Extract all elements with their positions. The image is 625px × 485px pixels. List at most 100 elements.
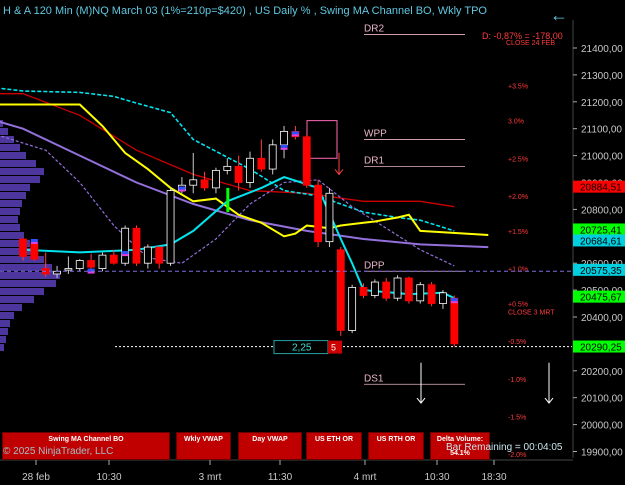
price-marker-label: 20475,67 (580, 293, 622, 304)
candle-body (30, 243, 39, 260)
arrow-left-icon[interactable]: ← (548, 4, 570, 26)
copyright-text: © 2025 NinjaTrader, LLC (3, 446, 114, 457)
candle-body (257, 157, 266, 170)
candle-accent-marker (121, 251, 129, 255)
pivot-level-label: DPP (364, 260, 385, 271)
candle-accent-marker (30, 238, 38, 242)
candle-body (109, 254, 118, 264)
candle-body (336, 249, 345, 331)
percent-level-label: -1.5% (508, 415, 526, 422)
tpo-bar (0, 160, 36, 167)
percent-level-label: +3.5% (508, 84, 528, 91)
tpo-bar (0, 184, 30, 191)
percent-level-label: 3.0% (508, 119, 524, 126)
pivot-level-label: DR1 (364, 155, 384, 166)
candle-body (416, 284, 425, 302)
tpo-bar (0, 144, 20, 151)
candle-accent-marker (30, 241, 38, 244)
candle-body (314, 184, 323, 243)
wkly-vwap-button[interactable]: Wkly VWAP (176, 432, 231, 460)
candle-body (268, 144, 277, 170)
tpo-bar (0, 192, 26, 199)
candle-body (393, 277, 402, 299)
time-tick-label: 4 mrt (354, 472, 377, 483)
day-vwap-button[interactable]: Day VWAP (238, 432, 302, 460)
time-tick-label: 3 mrt (199, 472, 222, 483)
pivot-level-label: DR2 (364, 24, 384, 35)
candle-accent-marker (291, 131, 299, 135)
candle-body (223, 165, 232, 171)
chart-title: H & A 120 Min (M)NQ March 03 (1%=210p=$4… (3, 5, 487, 17)
tick-box-count: 5 (331, 343, 336, 353)
tpo-bar (0, 152, 26, 159)
tpo-bar (0, 232, 24, 239)
candle-body (359, 287, 368, 296)
candle-accent-marker (87, 271, 95, 274)
price-marker-label: 20884,51 (580, 183, 622, 194)
close-3-mrt-label: CLOSE 3 MRT (508, 310, 555, 317)
daily-change-sublabel: CLOSE 24 FEB (506, 40, 555, 47)
candle-body (348, 287, 357, 331)
tpo-bar (0, 296, 34, 303)
candle-body (143, 246, 152, 264)
candle-body (439, 292, 447, 304)
candle-body (155, 246, 164, 264)
tpo-bar (0, 328, 8, 335)
price-tick-label: 20100,00 (581, 394, 623, 405)
candle-body (200, 179, 209, 189)
candle-body (427, 284, 436, 304)
candle-body (404, 277, 413, 302)
candle-body (166, 190, 175, 264)
percent-level-label: +1.5% (508, 229, 528, 236)
percent-level-label: +2.5% (508, 156, 528, 163)
candle-accent-marker (291, 134, 299, 137)
candle-body (64, 268, 73, 271)
tpo-bar (0, 224, 20, 231)
candle-body (302, 136, 311, 186)
time-tick-label: 18:30 (481, 472, 506, 483)
tpo-bar (0, 288, 44, 295)
tick-box-value: 2,25 (292, 343, 312, 354)
green-arrow-icon (226, 187, 230, 213)
candle-body (280, 130, 288, 146)
price-tick-label: 20000,00 (581, 421, 623, 432)
price-axis: 21400,00 21300,00 21200,00 21100,00 21000,00… (572, 20, 625, 459)
tpo-bar (0, 208, 20, 215)
tpo-bar (0, 320, 10, 327)
candle-body (132, 227, 141, 264)
tpo-bar (0, 312, 14, 319)
candle-body (212, 169, 220, 189)
candle-body (325, 192, 334, 243)
moving-averages (0, 87, 489, 300)
candle-body (234, 165, 243, 183)
candle-accent-marker (178, 189, 186, 192)
candle-body (19, 238, 27, 257)
candle-body (450, 297, 459, 345)
tpo-bar (0, 280, 56, 287)
time-tick-label: 10:30 (424, 472, 449, 483)
us-eth-or-button[interactable]: US ETH OR (306, 432, 362, 460)
percent-level-label: +1.0% (508, 267, 528, 274)
price-tick-label: 20200,00 (581, 367, 623, 378)
price-marker-label: 20290,25 (580, 343, 622, 354)
purple-ma-line (0, 120, 489, 249)
candle-accent-marker (280, 144, 288, 148)
percent-levels: +3.5% 3.0% +2.5% +2.0% +1.5% +1.0% +0.5% -0.5% -… (508, 84, 528, 460)
price-tick-label: 21200,00 (581, 98, 623, 109)
candle-body (382, 281, 391, 299)
tpo-bar (0, 344, 4, 351)
candle-accent-marker (178, 186, 186, 190)
pivot-level-label: WPP (364, 128, 387, 139)
tpo-bar (0, 336, 6, 343)
price-tick-label: 21400,00 (581, 44, 623, 55)
price-tick-label: 21100,00 (581, 125, 622, 136)
us-rth-or-button[interactable]: US RTH OR (368, 432, 424, 460)
candle-body (75, 260, 84, 269)
percent-level-label: -2.0% (508, 452, 526, 459)
yellow-ma-line (0, 103, 489, 238)
pivot-level-label: DS1 (364, 373, 384, 384)
price-tick-label: 20400,00 (581, 313, 623, 324)
price-tick-label: 21300,00 (581, 71, 623, 82)
tpo-volume-profile (0, 120, 60, 351)
tpo-bar (0, 304, 22, 311)
